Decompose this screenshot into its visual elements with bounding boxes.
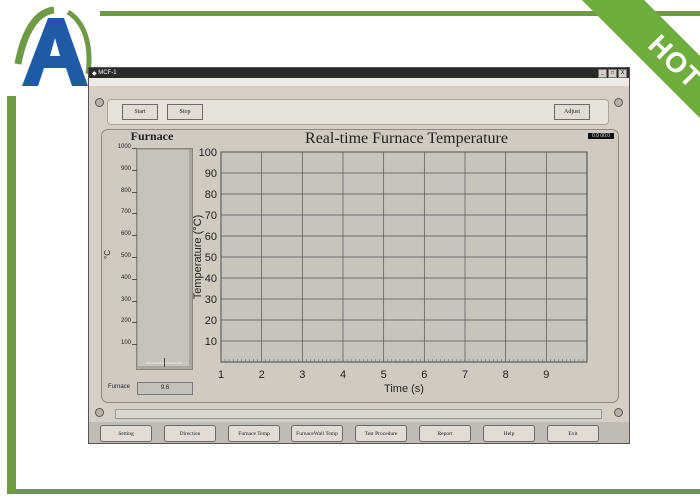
x-tick-label: 6 (421, 369, 427, 381)
window-titlebar: ◆ MCF-1 _ □ X (89, 68, 629, 78)
gauge-tick-mark (132, 213, 137, 215)
y-tick-label: 90 (205, 168, 217, 180)
gauge-tick-mark (132, 300, 137, 302)
y-tick-label: 80 (205, 189, 217, 201)
x-tick-label: 7 (462, 369, 468, 381)
screw-icon (614, 408, 623, 417)
x-tick-label: 8 (503, 369, 509, 381)
y-tick-label: 70 (205, 210, 217, 222)
x-tick-label: 1 (218, 369, 224, 381)
frame-left-border (7, 96, 16, 494)
close-button[interactable]: X (618, 69, 627, 78)
gauge-unit-label: °C (102, 250, 112, 259)
furnace-gauge (138, 150, 189, 366)
menubar (89, 78, 629, 86)
app-window: ◆ MCF-1 _ □ X Start Stop Adjust 0.0 00.0… (88, 67, 630, 444)
x-axis-label: Time (s) (384, 383, 424, 395)
setting-button[interactable]: Setting (100, 425, 152, 442)
gauge-tick-label: 600 (120, 231, 131, 238)
report-button[interactable]: Report (419, 425, 471, 442)
gauge-tick-label: 1000 (117, 144, 131, 150)
screw-icon (95, 408, 104, 417)
gauge-tick-mark (132, 278, 137, 280)
test-procedure-button[interactable]: Test Procedure (355, 425, 407, 442)
gauge-tick-label: 300 (120, 296, 131, 303)
minimize-button[interactable]: _ (598, 69, 607, 78)
y-tick-label: 30 (205, 294, 217, 306)
window-title: MCF-1 (98, 70, 117, 76)
gauge-needle (164, 358, 165, 367)
y-tick-label: 40 (205, 273, 217, 285)
furnace-temp-button[interactable]: Furnace Temp (228, 425, 280, 442)
y-tick-label: 60 (205, 231, 217, 243)
x-tick-label: 9 (543, 369, 549, 381)
y-tick-label: 100 (199, 147, 217, 159)
gauge-tick-mark (132, 322, 137, 324)
x-tick-label: 4 (340, 369, 346, 381)
adjust-button[interactable]: Adjust (554, 104, 590, 120)
gauge-tick-mark (132, 148, 137, 149)
gauge-title: Furnace (130, 129, 174, 143)
y-tick-label: 50 (205, 252, 217, 264)
maximize-button[interactable]: □ (608, 69, 617, 78)
gauge-tick-mark (132, 344, 137, 346)
toolbar: Start Stop Adjust (107, 99, 609, 125)
frame-bottom-border (7, 489, 700, 494)
x-tick-label: 3 (299, 369, 305, 381)
gauge-tick-mark (132, 257, 137, 258)
temperature-chart: 100 90 80 70 60 50 40 30 20 10 1 2 3 4 5 6 7 8 9 Time (s) Te… (192, 147, 588, 395)
gauge-tick-mark (132, 169, 137, 171)
furnace-wall-temp-button[interactable]: FurnaceWall Temp (291, 425, 343, 442)
gauge-tick-label: 700 (120, 209, 131, 216)
gauge-readout-label: Furnace (108, 384, 131, 390)
y-tick-label: 10 (205, 336, 217, 348)
gauge-tick-label: 400 (120, 274, 131, 281)
gauge-tick-label: 100 (120, 340, 131, 347)
y-tick-label: 20 (205, 315, 217, 327)
gauge-tick-mark (132, 235, 137, 237)
bottom-nav-bar: Setting Direction Furnace Temp FurnaceWa… (89, 422, 629, 443)
gauge-tick-label: 900 (120, 165, 131, 172)
x-tick-label: 2 (259, 369, 265, 381)
y-axis-label: Temperature (°C) (192, 215, 204, 299)
status-indicator: 0.0 00.0 (588, 133, 614, 139)
gauge-readout-value: 9.6 (137, 382, 193, 395)
stop-button[interactable]: Stop (167, 104, 203, 120)
gauge-tick-label: 800 (120, 187, 131, 194)
x-tick-label: 5 (381, 369, 387, 381)
progress-track (115, 409, 602, 419)
gauge-tick-mark (132, 191, 137, 193)
gauge-tick-label: 200 (120, 318, 131, 325)
screw-icon (95, 98, 104, 107)
window-controls: _ □ X (598, 69, 627, 78)
help-button[interactable]: Help (483, 425, 535, 442)
start-button[interactable]: Start (122, 104, 158, 120)
exit-button[interactable]: Exit (547, 425, 599, 442)
direction-button[interactable]: Direction (164, 425, 216, 442)
screw-icon (614, 98, 623, 107)
company-logo-icon (14, 6, 92, 86)
